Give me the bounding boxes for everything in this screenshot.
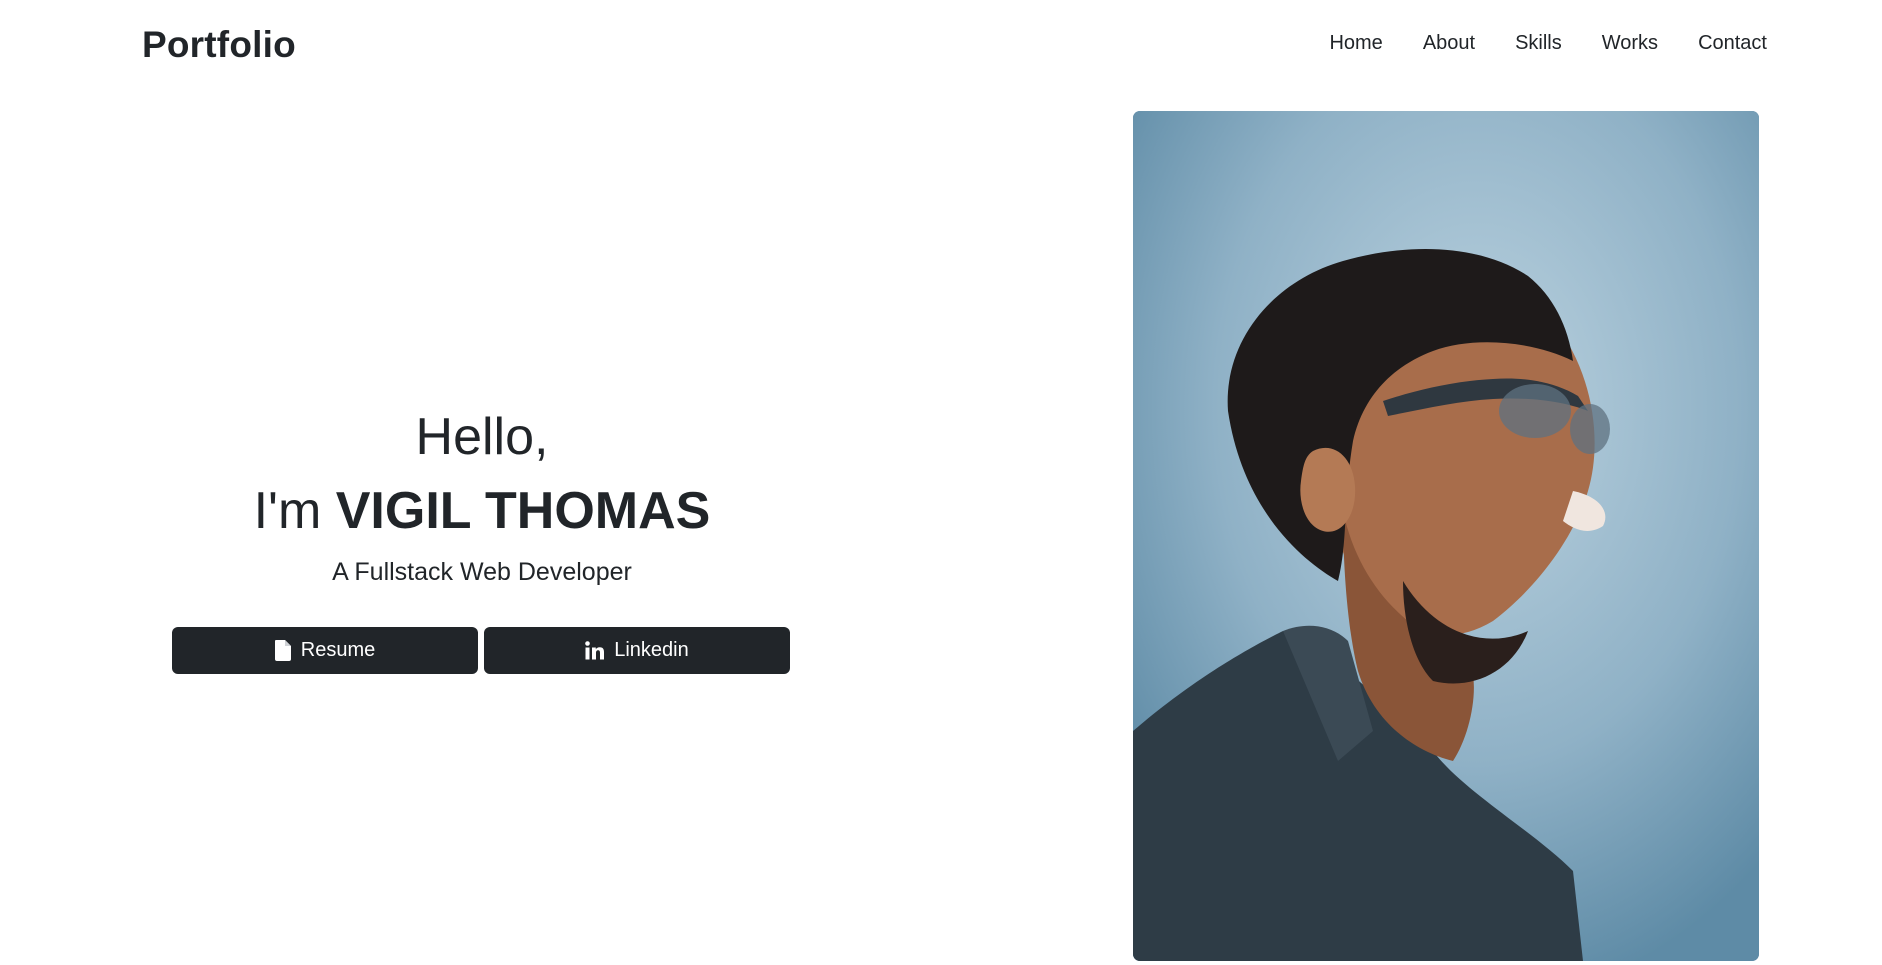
hero-name: VIGIL THOMAS <box>335 482 711 540</box>
nav-item: Skills <box>1495 32 1582 55</box>
nav-item: Contact <box>1678 32 1767 55</box>
hero-greeting: Hello, <box>415 408 549 466</box>
hero-intro: Hello, I'm VIGIL THOMAS A Fullstack Web … <box>142 400 822 587</box>
nav-about[interactable]: About <box>1403 32 1495 55</box>
hero-actions: Resume Linkedin <box>172 627 790 674</box>
hero-intro-prefix: I'm <box>253 482 336 540</box>
brand-logo[interactable]: Portfolio <box>142 24 296 66</box>
nav-item: Home <box>1309 32 1402 55</box>
nav-works[interactable]: Works <box>1582 32 1678 55</box>
profile-photo <box>1133 111 1759 961</box>
linkedin-button[interactable]: Linkedin <box>484 627 790 674</box>
navbar: Portfolio Home About Skills Works Contac… <box>0 0 1882 92</box>
resume-button-label: Resume <box>300 639 376 661</box>
nav-contact[interactable]: Contact <box>1678 32 1767 55</box>
hero-name-line: I'm VIGIL THOMAS <box>142 474 822 548</box>
linkedin-icon <box>585 641 605 660</box>
nav-item: Works <box>1582 32 1678 55</box>
hero-role: A Fullstack Web Developer <box>332 558 632 586</box>
linkedin-button-label: Linkedin <box>614 639 689 661</box>
file-icon <box>274 640 291 661</box>
nav-item: About <box>1403 32 1495 55</box>
nav-skills[interactable]: Skills <box>1495 32 1582 55</box>
nav-menu: Home About Skills Works Contact <box>1309 32 1767 55</box>
nav-home[interactable]: Home <box>1309 32 1402 55</box>
resume-button[interactable]: Resume <box>172 627 478 674</box>
